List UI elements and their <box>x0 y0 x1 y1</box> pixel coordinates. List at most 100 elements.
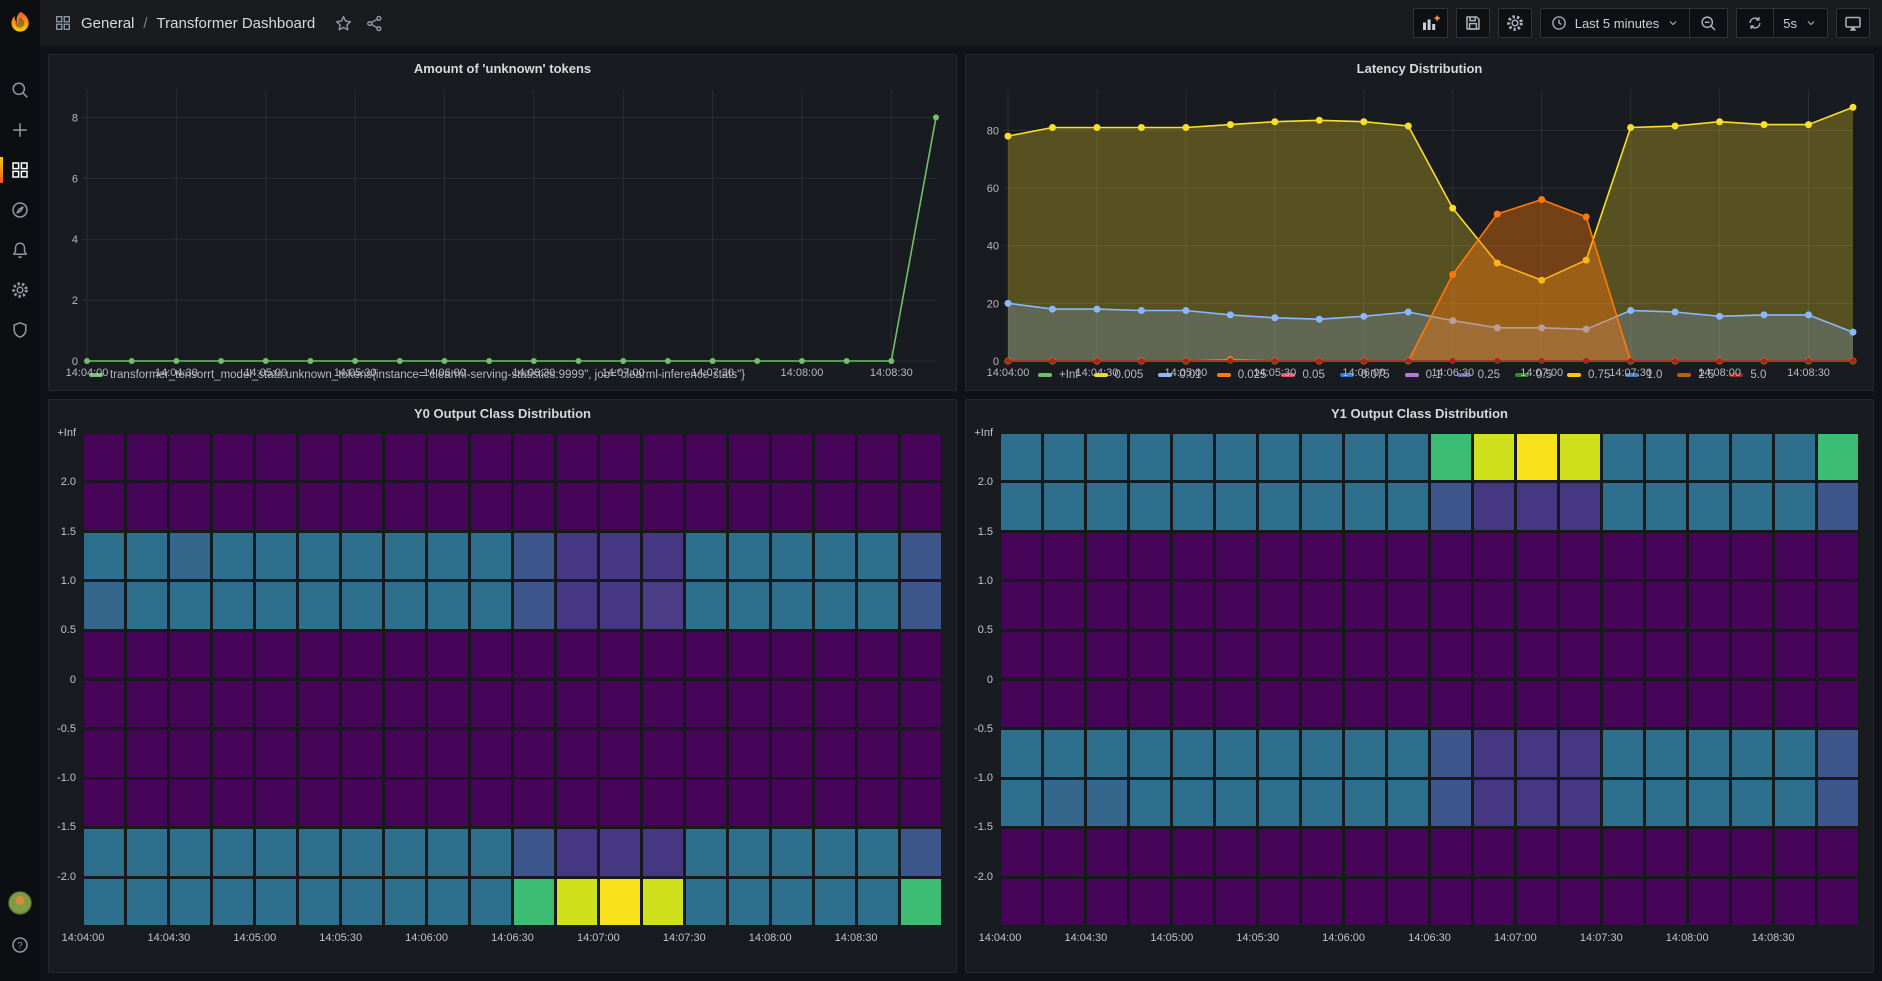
heatmap-cell <box>1216 879 1256 925</box>
heatmap-cell <box>1173 533 1213 579</box>
heatmap-cell <box>858 533 898 579</box>
heatmap-cell <box>643 632 683 678</box>
timeseries-plot-area[interactable]: 02040608014:04:0014:04:3014:05:0014:05:3… <box>974 82 1861 365</box>
heatmap-cell <box>1517 533 1557 579</box>
svg-text:60: 60 <box>987 183 999 195</box>
x-axis-tick-label: 14:04:30 <box>147 932 190 944</box>
timeseries-plot-area[interactable]: 0246814:04:0014:04:3014:05:0014:05:3014:… <box>57 82 944 365</box>
sidebar-item-explore[interactable] <box>0 190 40 230</box>
heatmap-cell <box>342 780 382 826</box>
heatmap-cell <box>1646 879 1686 925</box>
heatmap-cell <box>643 879 683 925</box>
heatmap-cell <box>1603 681 1643 727</box>
refresh-interval-dropdown[interactable]: 5s <box>1773 9 1827 37</box>
zoom-out-button[interactable] <box>1689 9 1727 37</box>
sidebar-item-configuration[interactable] <box>0 270 40 310</box>
heatmap-cell <box>557 533 597 579</box>
heatmap-cell <box>514 730 554 776</box>
heatmap-cell <box>1689 582 1729 628</box>
star-icon[interactable] <box>334 14 353 33</box>
panel-latency-distribution: Latency Distribution 02040608014:04:0014… <box>965 54 1874 391</box>
save-dashboard-button[interactable] <box>1456 8 1490 38</box>
heatmap-cell <box>428 632 468 678</box>
heatmap-cell <box>1431 681 1471 727</box>
dashboard-settings-button[interactable] <box>1498 8 1532 38</box>
heatmap-cell <box>1775 730 1815 776</box>
heatmap-cell <box>1474 681 1514 727</box>
y-axis-tick-label: +Inf <box>57 427 76 439</box>
heatmap-cell <box>1775 829 1815 875</box>
panel-title[interactable]: Y1 Output Class Distribution <box>966 400 1873 427</box>
heatmap-cell <box>1517 434 1557 480</box>
sidebar-item-profile[interactable] <box>0 883 40 923</box>
heatmap-y-axis: +Inf2.01.51.00.50-0.5-1.0-1.5-2.0 <box>972 433 1000 946</box>
heatmap-cell <box>256 730 296 776</box>
sidebar-item-alerting[interactable] <box>0 230 40 270</box>
sidebar-item-server-admin[interactable] <box>0 310 40 350</box>
sidebar-item-create[interactable] <box>0 110 40 150</box>
heatmap-cell <box>1044 434 1084 480</box>
time-range-picker[interactable]: Last 5 minutes <box>1541 9 1690 37</box>
heatmap-cell <box>901 582 941 628</box>
heatmap-cell <box>686 780 726 826</box>
y-axis-tick-label: -0.5 <box>974 723 993 735</box>
heatmap-cell <box>428 434 468 480</box>
heatmap-cell <box>342 582 382 628</box>
heatmap-cell <box>1302 829 1342 875</box>
heatmap-cell <box>170 780 210 826</box>
heatmap-cell <box>342 434 382 480</box>
heatmap-cell <box>1431 879 1471 925</box>
y-axis-tick-label: 1.0 <box>61 575 76 587</box>
heatmap-cell <box>643 780 683 826</box>
heatmap-cell <box>1044 879 1084 925</box>
share-icon[interactable] <box>365 14 384 33</box>
breadcrumb-dashboard-title[interactable]: Transformer Dashboard <box>157 15 316 32</box>
sidebar-item-help[interactable]: ? <box>0 923 40 967</box>
heatmap-cell <box>428 730 468 776</box>
panel-title[interactable]: Latency Distribution <box>966 55 1873 82</box>
heatmap-cell <box>1603 582 1643 628</box>
heatmap-cell <box>428 483 468 529</box>
heatmap-cell <box>299 879 339 925</box>
kiosk-mode-button[interactable] <box>1836 8 1870 38</box>
svg-text:4: 4 <box>72 234 78 246</box>
heatmap-cell <box>901 434 941 480</box>
heatmap-cell <box>1130 434 1170 480</box>
svg-text:14:06:30: 14:06:30 <box>1431 367 1474 379</box>
heatmap-cell <box>643 730 683 776</box>
heatmap-cell <box>1517 780 1557 826</box>
sidebar-item-dashboards[interactable] <box>0 150 40 190</box>
panel-title[interactable]: Amount of 'unknown' tokens <box>49 55 956 82</box>
heatmap-cell <box>1474 829 1514 875</box>
heatmap-cell <box>858 829 898 875</box>
heatmap-cell <box>858 632 898 678</box>
heatmap-cell <box>1474 434 1514 480</box>
heatmap-cell <box>1345 632 1385 678</box>
heatmap-cell <box>1431 483 1471 529</box>
heatmap-plot-area[interactable]: +Inf2.01.51.00.50-0.5-1.0-1.5-2.0 14:04:… <box>55 433 942 946</box>
heatmap-cell <box>514 879 554 925</box>
svg-text:14:07:30: 14:07:30 <box>1609 367 1652 379</box>
panel-title[interactable]: Y0 Output Class Distribution <box>49 400 956 427</box>
heatmap-cell <box>686 632 726 678</box>
add-panel-button[interactable] <box>1413 8 1448 38</box>
heatmap-plot-area[interactable]: +Inf2.01.51.00.50-0.5-1.0-1.5-2.0 14:04:… <box>972 433 1859 946</box>
heatmap-cell <box>858 582 898 628</box>
refresh-button[interactable] <box>1737 9 1773 37</box>
heatmap-cell <box>1603 434 1643 480</box>
sidebar-item-search[interactable] <box>0 70 40 110</box>
grafana-logo[interactable] <box>0 0 40 46</box>
heatmap-cell <box>901 829 941 875</box>
heatmap-cell <box>1431 533 1471 579</box>
breadcrumb-folder[interactable]: General <box>81 15 134 32</box>
y-axis-tick-label: 1.5 <box>61 526 76 538</box>
svg-text:14:04:00: 14:04:00 <box>66 367 109 379</box>
heatmap-cell <box>471 829 511 875</box>
y-axis-tick-label: -1.5 <box>57 821 76 833</box>
heatmap-cell <box>1818 730 1858 776</box>
heatmap-cell <box>729 879 769 925</box>
heatmap-cell <box>299 780 339 826</box>
heatmap-cell <box>1302 533 1342 579</box>
svg-text:20: 20 <box>987 298 999 310</box>
breadcrumb: General / Transformer Dashboard <box>54 14 384 33</box>
